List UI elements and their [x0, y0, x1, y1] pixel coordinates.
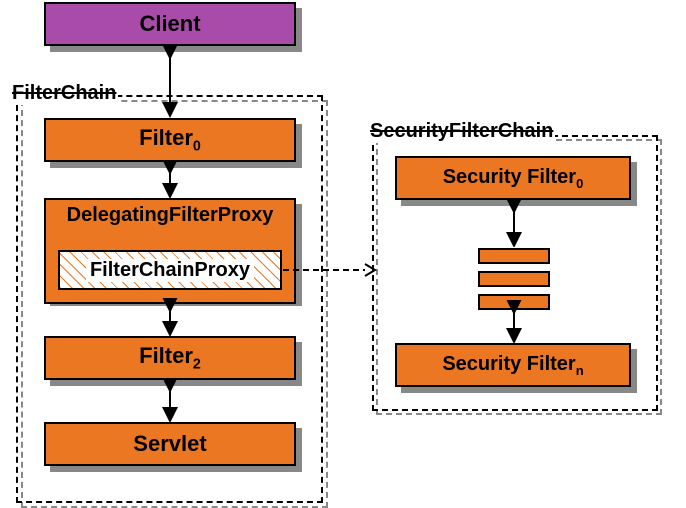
filterchainproxy-label: FilterChainProxy	[86, 259, 254, 282]
filterchainproxy-box: FilterChainProxy	[58, 250, 282, 290]
filter0-box: Filter0	[44, 118, 296, 162]
client-box: Client	[44, 2, 296, 46]
securitychain-title: SecurityFilterChain	[368, 120, 555, 143]
arrow-sf0-bars	[504, 199, 524, 247]
filter2-box: Filter2	[44, 336, 296, 380]
filterchain-title: FilterChain	[10, 82, 118, 105]
arrow-filter2-servlet	[160, 378, 180, 422]
stack-bar	[478, 248, 550, 264]
servlet-box: Servlet	[44, 422, 296, 466]
client-label: Client	[139, 11, 200, 37]
stack-bar	[478, 271, 550, 287]
delegating-label: DelegatingFilterProxy	[46, 204, 294, 227]
arrow-delegating-filter2	[160, 298, 180, 336]
sfn-label: Security Filtern	[442, 353, 583, 378]
arrow-bars-sfn	[504, 300, 524, 343]
arrow-filter0-delegating	[160, 160, 180, 198]
sfn-box: Security Filtern	[395, 343, 631, 387]
filter0-label: Filter0	[139, 125, 201, 154]
servlet-label: Servlet	[133, 431, 206, 457]
sf0-box: Security Filter0	[395, 156, 631, 200]
filter2-label: Filter2	[139, 343, 201, 372]
connector-proxy-securitychain	[283, 260, 377, 280]
sf0-label: Security Filter0	[443, 166, 584, 191]
arrow-client-filter0	[160, 44, 180, 118]
